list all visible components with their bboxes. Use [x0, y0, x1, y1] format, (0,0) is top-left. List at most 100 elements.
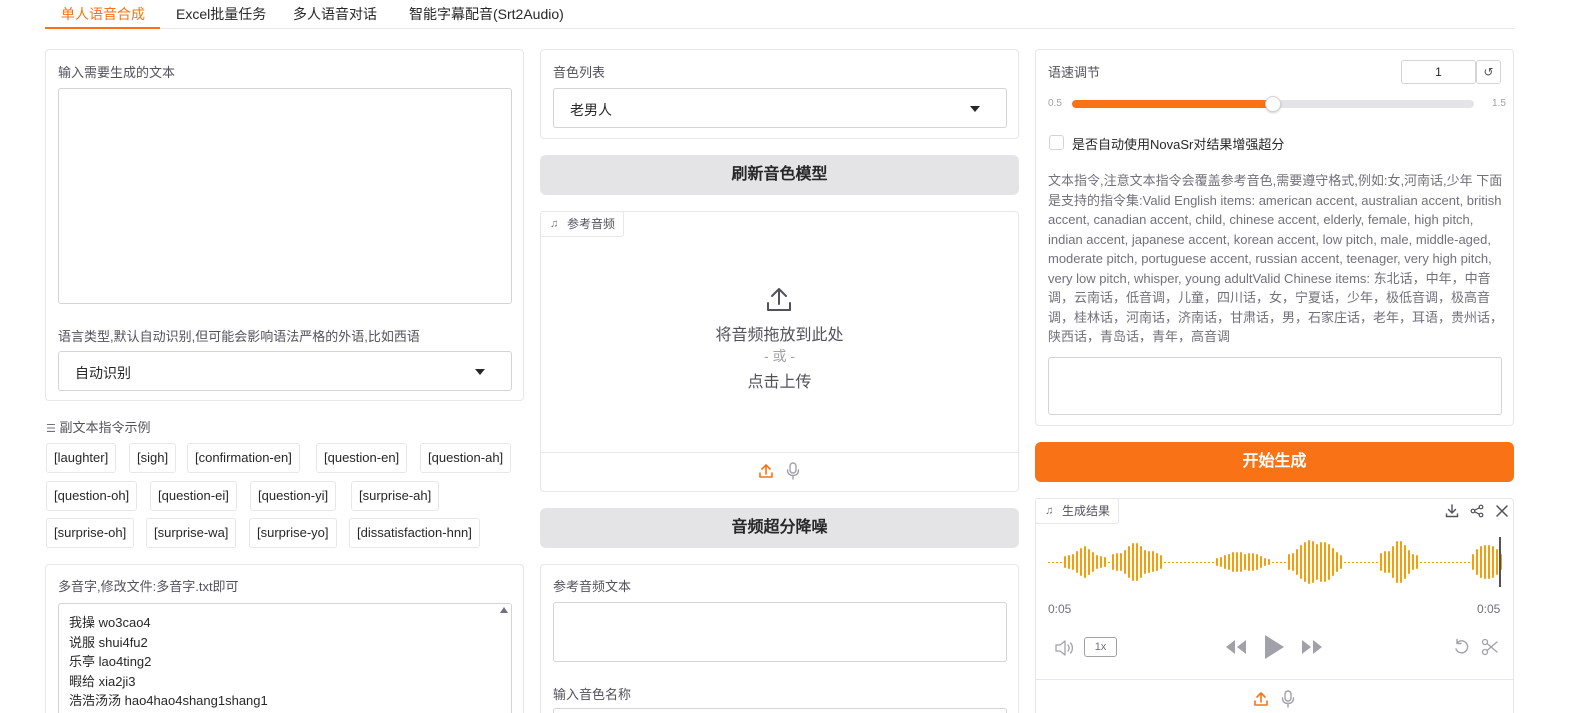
polyphone-textarea[interactable]: 我操 wo3cao4 说服 shui4fu2 乐亭 lao4ting2 暇给 x…	[58, 603, 512, 713]
play-icon[interactable]	[1262, 633, 1286, 661]
chip-item[interactable]: [question-en]	[316, 443, 408, 473]
scroll-up-icon[interactable]	[500, 607, 508, 613]
close-icon[interactable]	[1495, 504, 1509, 518]
upload-icon[interactable]	[1253, 691, 1269, 707]
waveform-bar	[1140, 546, 1142, 578]
fast-forward-icon[interactable]	[1300, 638, 1324, 656]
tab-multi-dialogue[interactable]: 多人语音对话	[293, 4, 377, 24]
waveform-bar	[1128, 546, 1130, 578]
result-actions	[1443, 500, 1513, 522]
share-icon[interactable]	[1470, 504, 1484, 518]
voice-value: 老男人	[570, 102, 612, 118]
chip-item[interactable]: [confirmation-en]	[187, 443, 300, 473]
language-label: 语言类型,默认自动识别,但可能会影响语法严格的外语,比如西语	[58, 329, 420, 344]
refresh-voice-button[interactable]: 刷新音色模型	[540, 155, 1019, 195]
speed-min-label: 0.5	[1048, 98, 1062, 109]
chip-item[interactable]: [question-ah]	[420, 443, 512, 473]
speed-panel: 语速调节 1 ↺ 0.5 1.5 是否自动使用NovaSr对结果增强超分 文本指…	[1035, 49, 1514, 426]
waveform-dot	[1464, 562, 1466, 563]
waveform-dot	[1188, 562, 1190, 563]
voice-select[interactable]: 老男人	[553, 88, 1007, 128]
chip-item[interactable]: [surprise-ah]	[351, 481, 440, 511]
waveform-bar	[1100, 555, 1102, 569]
waveform-dot	[1452, 562, 1454, 563]
waveform-bar	[1496, 549, 1498, 575]
polyphone-line: 暇给 xia2ji3	[69, 673, 136, 689]
novasr-checkbox[interactable]	[1049, 135, 1064, 150]
waveform-bar	[1124, 550, 1126, 574]
waveform-bar	[1472, 553, 1474, 571]
chip-item[interactable]: [surprise-oh]	[46, 518, 135, 548]
audio-drop-zone[interactable]: 将音频拖放到此处 - 或 - 点击上传	[541, 242, 1018, 452]
waveform-bar	[1292, 553, 1294, 571]
chip-item[interactable]: [sigh]	[129, 443, 177, 473]
waveform-dot	[1168, 562, 1170, 563]
waveform-dot	[1056, 562, 1058, 563]
instruction-note: 文本指令,注意文本指令会覆盖参考音色,需要遵守格式,例如:女,河南话,少年 下面…	[1048, 173, 1504, 344]
voice-name-input[interactable]	[553, 708, 1007, 713]
novasr-label: 是否自动使用NovaSr对结果增强超分	[1072, 137, 1285, 152]
chip-item[interactable]: [question-yi]	[250, 481, 337, 511]
microphone-icon[interactable]	[786, 462, 800, 480]
waveform-bar	[1080, 548, 1082, 576]
download-icon[interactable]	[1445, 504, 1459, 518]
waveform-dot	[1428, 562, 1430, 563]
rewind-icon[interactable]	[1224, 638, 1248, 656]
chip-item[interactable]: [dissatisfaction-hnn]	[349, 518, 480, 548]
undo-icon[interactable]	[1453, 638, 1471, 656]
waveform-bar	[1316, 543, 1318, 581]
speed-label: 语速调节	[1048, 65, 1101, 80]
chip-item[interactable]: [laughter]	[46, 443, 117, 473]
waveform-bar	[1488, 544, 1490, 580]
music-note-icon: ♫	[1045, 505, 1054, 517]
reference-audio-panel: ♫ 参考音频 将音频拖放到此处 - 或 - 点击上传	[540, 211, 1019, 492]
waveform-bar	[1252, 553, 1254, 571]
waveform-bar	[1260, 555, 1262, 569]
waveform-dot	[1284, 562, 1286, 563]
instruction-input[interactable]	[1048, 357, 1502, 415]
microphone-icon[interactable]	[1281, 690, 1295, 708]
upload-icon[interactable]	[758, 463, 774, 479]
chip-item[interactable]: [question-oh]	[46, 481, 138, 511]
waveform-bar	[1236, 551, 1238, 573]
waveform-bar	[1248, 553, 1250, 571]
generate-button[interactable]: 开始生成	[1035, 442, 1514, 482]
chip-item[interactable]: [surprise-wa]	[146, 518, 237, 548]
waveform-bar	[1116, 552, 1118, 571]
waveform-dot	[1052, 562, 1054, 563]
speed-slider[interactable]	[1072, 96, 1474, 112]
waveform-bar	[1092, 551, 1094, 573]
speed-slider-thumb[interactable]	[1265, 96, 1281, 112]
waveform-dot	[1368, 562, 1370, 563]
tab-srt2audio[interactable]: 智能字幕配音(Srt2Audio)	[409, 4, 564, 24]
reset-icon[interactable]: ↺	[1476, 60, 1501, 84]
polyphone-line: 说服 shui4fu2	[69, 634, 148, 650]
chip-item[interactable]: [surprise-yo]	[249, 518, 337, 548]
waveform-dot	[1344, 562, 1346, 563]
waveform-bar	[1484, 545, 1486, 579]
waveform-dot	[1208, 562, 1210, 563]
waveform-bar	[1068, 554, 1070, 570]
waveform-bar	[1148, 551, 1150, 573]
waveform-bar	[1336, 551, 1338, 573]
audio-denoise-button[interactable]: 音频超分降噪	[540, 508, 1019, 548]
waveform[interactable]	[1048, 535, 1503, 589]
chevron-down-icon	[475, 369, 485, 375]
polyphone-line: 浩浩汤汤 hao4hao4shang1shang1	[69, 693, 268, 708]
language-select[interactable]: 自动识别	[58, 351, 512, 391]
reference-text-input[interactable]	[553, 602, 1007, 662]
reference-text-panel: 参考音频文本 输入音色名称	[540, 564, 1019, 713]
text-input-area[interactable]	[58, 88, 512, 304]
speed-number-input[interactable]: 1	[1401, 60, 1476, 84]
volume-icon[interactable]	[1054, 639, 1076, 657]
scissors-icon[interactable]	[1481, 638, 1499, 656]
chip-item[interactable]: [question-ei]	[150, 481, 237, 511]
tab-excel-batch[interactable]: Excel批量任务	[176, 4, 266, 24]
tab-single-voice[interactable]: 单人语音合成	[61, 4, 145, 24]
playback-rate-button[interactable]: 1x	[1084, 637, 1117, 657]
waveform-bar	[1384, 551, 1386, 573]
speed-slider-fill	[1072, 100, 1273, 108]
waveform-bar	[1296, 548, 1298, 575]
waveform-bar	[1324, 542, 1326, 582]
waveform-bar	[1416, 555, 1418, 569]
